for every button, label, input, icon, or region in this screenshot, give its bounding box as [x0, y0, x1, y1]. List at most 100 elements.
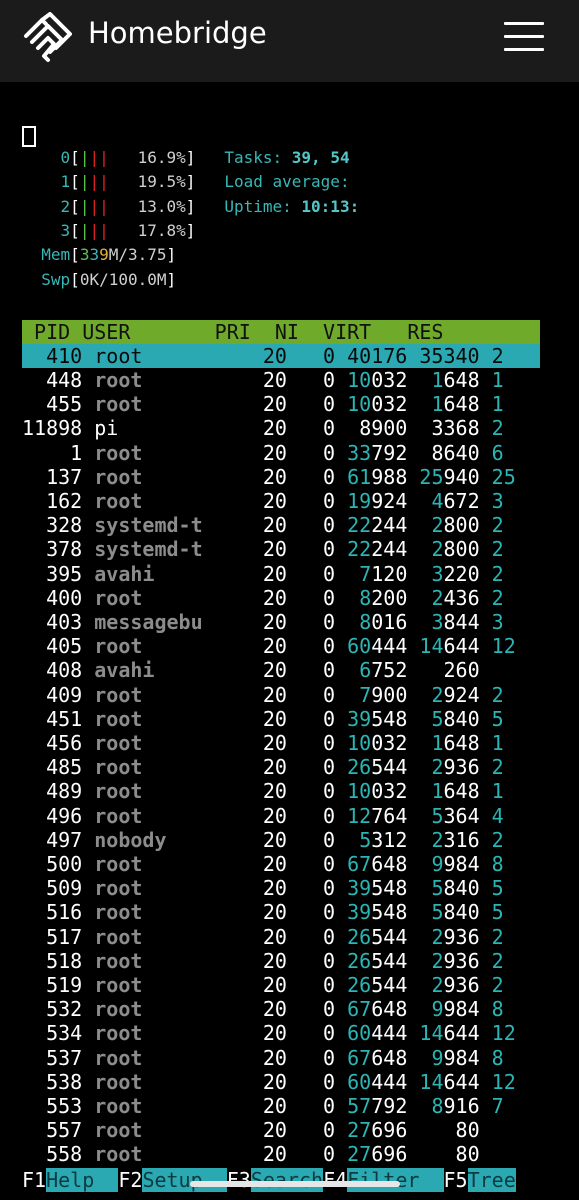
pad: [335, 852, 347, 876]
virt-high: 67: [347, 852, 372, 876]
process-row[interactable]: 409 root 20 0 7900 2924 2: [22, 683, 579, 707]
process-row[interactable]: 137 root 20 0 61988 25940 25: [22, 465, 579, 489]
pad: [407, 537, 431, 561]
virt-low: 032: [371, 368, 408, 392]
shr: 2: [479, 416, 504, 441]
shr: 12: [479, 1069, 516, 1094]
process-row[interactable]: 518 root 20 0 26544 2936 2: [22, 949, 579, 973]
function-key-f5[interactable]: F5: [444, 1168, 468, 1192]
process-row[interactable]: 517 root 20 0 26544 2936 2: [22, 925, 579, 949]
res-high: 1: [431, 392, 444, 417]
process-row[interactable]: 489 root 20 0 10032 1648 1: [22, 779, 579, 803]
process-row[interactable]: 497 nobody 20 0 5312 2316 2: [22, 828, 579, 852]
virt-low: 988: [371, 464, 408, 489]
function-key-f1[interactable]: F1: [22, 1168, 46, 1192]
virt-low: 244: [371, 537, 408, 562]
process-row[interactable]: 485 root 20 0 26544 2936 2: [22, 755, 579, 779]
process-row[interactable]: 516 root 20 0 39548 5840 5: [22, 900, 579, 924]
pid: 137: [22, 464, 95, 489]
process-row[interactable]: 534 root 20 0 60444 14644 12: [22, 1021, 579, 1045]
process-row[interactable]: 538 root 20 0 60444 14644 12: [22, 1070, 579, 1094]
process-row[interactable]: 1 root 20 0 33792 8640 6: [22, 441, 579, 465]
cpu-percent: 17.8%: [137, 220, 186, 240]
cpu-meter-2: 2[||| 13.0%] Uptime: 10:13:: [22, 196, 360, 221]
pid: 509: [22, 876, 95, 901]
pid: 485: [22, 755, 95, 780]
process-row[interactable]: 400 root 20 0 8200 2436 2: [22, 586, 579, 610]
load-average-label: Load average:: [224, 172, 350, 192]
user: root: [94, 924, 215, 949]
ni: 0: [286, 658, 336, 683]
res-high: 9: [431, 997, 444, 1022]
selected-process-row[interactable]: 410 root 20 0 40176 35340 2: [22, 344, 540, 368]
res-low: 260: [443, 658, 480, 683]
process-row[interactable]: 456 root 20 0 10032 1648 1: [22, 731, 579, 755]
virt-low: 792: [371, 1094, 408, 1118]
function-key-f3[interactable]: F3: [227, 1168, 251, 1192]
process-row[interactable]: 405 root 20 0 60444 14644 12: [22, 634, 579, 658]
process-row[interactable]: 408 avahi 20 0 6752 260: [22, 658, 579, 682]
pad: [407, 779, 431, 803]
process-table-header[interactable]: PID USER PRI NI VIRT RES: [22, 320, 540, 344]
bar: |: [79, 196, 90, 216]
process-row[interactable]: 378 systemd-t 20 0 22244 2800 2: [22, 537, 579, 561]
function-key-f2[interactable]: F2: [118, 1168, 142, 1192]
ni: 0: [286, 585, 336, 610]
user: root: [94, 900, 215, 925]
process-row[interactable]: 11898 pi 20 0 8900 3368 2: [22, 416, 579, 440]
process-row[interactable]: 532 root 20 0 67648 9984 8: [22, 997, 579, 1021]
swap-value: 0K/100.0M: [79, 269, 167, 289]
process-row[interactable]: 519 root 20 0 26544 2936 2: [22, 973, 579, 997]
shr: 1: [479, 731, 504, 755]
hamburger-menu-icon[interactable]: [504, 22, 544, 52]
pad: [335, 997, 347, 1021]
process-row[interactable]: 557 root 20 0 27696 80: [22, 1118, 579, 1142]
pad: [335, 1118, 347, 1142]
pri: 20: [214, 513, 287, 538]
process-row[interactable]: 403 messagebu 20 0 8016 3844 3: [22, 610, 579, 634]
function-key-label[interactable]: Search: [250, 1168, 324, 1192]
homebridge-logo-icon[interactable]: [22, 12, 74, 64]
function-key-label[interactable]: Tree: [467, 1168, 516, 1192]
res-low: 984: [443, 997, 480, 1022]
shr: [480, 658, 492, 682]
process-row[interactable]: 162 root 20 0 19924 4672 3: [22, 489, 579, 513]
res-low: 984: [443, 1045, 480, 1070]
process-row[interactable]: 537 root 20 0 67648 9984 8: [22, 1046, 579, 1070]
res-high: 1: [431, 368, 444, 392]
ni: 0: [286, 924, 336, 949]
ni: 0: [286, 464, 336, 489]
process-row[interactable]: 553 root 20 0 57792 8916 7: [22, 1094, 579, 1118]
bracket: ]: [185, 172, 196, 192]
process-row[interactable]: 558 root 20 0 27696 80: [22, 1142, 579, 1166]
ni: 0: [286, 416, 336, 441]
process-row[interactable]: 509 root 20 0 39548 5840 5: [22, 876, 579, 900]
pid: 451: [22, 706, 95, 731]
pid: 553: [22, 1094, 95, 1118]
process-row[interactable]: 395 avahi 20 0 7120 3220 2: [22, 562, 579, 586]
pid: 395: [22, 561, 95, 586]
process-row[interactable]: 500 root 20 0 67648 9984 8: [22, 852, 579, 876]
pri: 20: [214, 1094, 287, 1118]
function-key-label[interactable]: Help: [46, 1168, 119, 1192]
res-low: 80: [455, 1118, 480, 1143]
virt-low: 764: [371, 803, 408, 828]
pri: 20: [214, 585, 287, 610]
process-row[interactable]: 451 root 20 0 39548 5840 5: [22, 707, 579, 731]
pid: 516: [22, 900, 95, 925]
res-low: 220: [443, 561, 480, 586]
shr: 2: [479, 682, 504, 707]
process-row[interactable]: 496 root 20 0 12764 5364 4: [22, 804, 579, 828]
app-brand-title[interactable]: Homebridge: [88, 16, 267, 50]
cpu-label: 2: [22, 196, 71, 216]
pri: 20: [214, 779, 287, 804]
function-key-label[interactable]: Filter: [347, 1168, 444, 1192]
ni: 0: [286, 634, 336, 659]
process-row[interactable]: 448 root 20 0 10032 1648 1: [22, 368, 579, 392]
function-key-label[interactable]: Setup: [142, 1168, 227, 1192]
process-row[interactable]: 455 root 20 0 10032 1648 1: [22, 392, 579, 416]
pad: [335, 1070, 347, 1094]
user: root: [94, 1069, 215, 1094]
function-key-f4[interactable]: F4: [323, 1168, 347, 1192]
process-row[interactable]: 328 systemd-t 20 0 22244 2800 2: [22, 513, 579, 537]
